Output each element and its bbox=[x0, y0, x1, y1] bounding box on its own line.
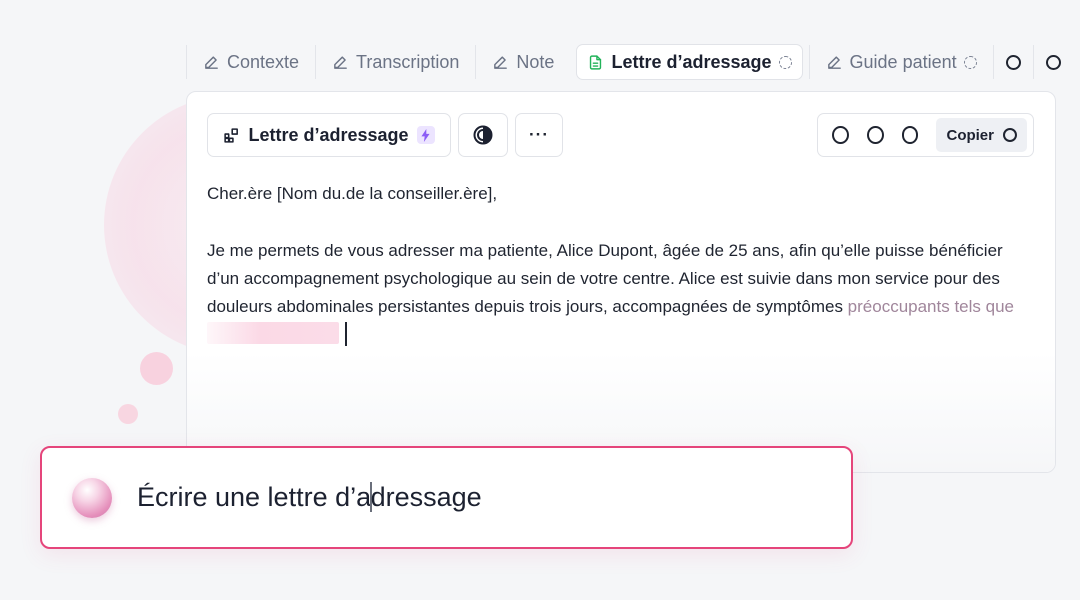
copy-button[interactable]: Copier bbox=[936, 118, 1027, 152]
blocks-icon bbox=[224, 127, 239, 143]
decorative-bubble bbox=[118, 404, 138, 424]
decorative-bubble bbox=[140, 352, 173, 385]
tab-label: Transcription bbox=[356, 51, 460, 72]
loading-spinner-icon bbox=[778, 55, 792, 69]
streaming-text: préoccupants tels que bbox=[847, 297, 1015, 316]
lightning-icon bbox=[421, 128, 430, 142]
ai-orb-icon bbox=[72, 477, 112, 518]
tab-contexte[interactable]: Contexte bbox=[186, 45, 315, 79]
prompt-text-after: dressage bbox=[370, 482, 482, 512]
circle-icon bbox=[1005, 54, 1021, 70]
circle-icon bbox=[1003, 128, 1017, 142]
contrast-icon bbox=[473, 125, 493, 145]
letter-body: Je me permets de vous adresser ma patien… bbox=[207, 237, 1037, 349]
pencil-icon bbox=[494, 55, 508, 69]
actions-group: Copier bbox=[817, 113, 1034, 157]
document-icon bbox=[590, 54, 602, 70]
copy-label: Copier bbox=[946, 126, 994, 144]
ai-prompt-input[interactable]: Écrire une lettre d’adressage bbox=[40, 446, 853, 549]
template-selector-button[interactable]: Lettre d’adressage bbox=[207, 113, 451, 157]
text-cursor bbox=[345, 322, 347, 346]
tab-label: Note bbox=[516, 51, 555, 72]
tab-label: Lettre d’adressage bbox=[611, 51, 772, 72]
tab-guide-patient[interactable]: Guide patient bbox=[808, 45, 993, 79]
circle-icon[interactable] bbox=[866, 126, 884, 144]
more-options-button[interactable]: ··· bbox=[515, 113, 563, 157]
tab-extra-overflow[interactable] bbox=[1032, 45, 1073, 79]
tab-note[interactable]: Note bbox=[475, 45, 570, 79]
letter-salutation: Cher.ère [Nom du.de la conseiller.ère], bbox=[207, 184, 498, 203]
prompt-text[interactable]: Écrire une lettre d’adressage bbox=[137, 482, 482, 513]
letter-content[interactable]: Cher.ère [Nom du.de la conseiller.ère], … bbox=[207, 180, 1037, 349]
streaming-highlight bbox=[207, 322, 339, 344]
tab-label: Contexte bbox=[227, 51, 300, 72]
tab-extra[interactable] bbox=[992, 45, 1033, 79]
loading-spinner-icon bbox=[963, 55, 977, 69]
tab-label: Guide patient bbox=[849, 51, 957, 72]
template-label: Lettre d’adressage bbox=[248, 124, 409, 145]
tab-lettre-adressage[interactable]: Lettre d’adressage bbox=[576, 44, 803, 80]
prompt-text-before: Écrire une lettre d’a bbox=[137, 482, 372, 512]
pencil-icon bbox=[827, 55, 841, 69]
pencil-icon bbox=[205, 55, 218, 69]
tab-bar: Contexte Transcription Note Lettre d’adr… bbox=[186, 44, 1080, 80]
tab-transcription[interactable]: Transcription bbox=[315, 45, 475, 79]
circle-icon bbox=[1045, 54, 1061, 70]
document-panel: Lettre d’adressage ··· Copier Cher.ère [… bbox=[186, 91, 1056, 473]
circle-icon[interactable] bbox=[901, 126, 919, 144]
pencil-icon bbox=[334, 55, 347, 69]
circle-icon[interactable] bbox=[832, 126, 849, 144]
contrast-button[interactable] bbox=[458, 113, 508, 157]
ai-badge bbox=[416, 126, 435, 144]
